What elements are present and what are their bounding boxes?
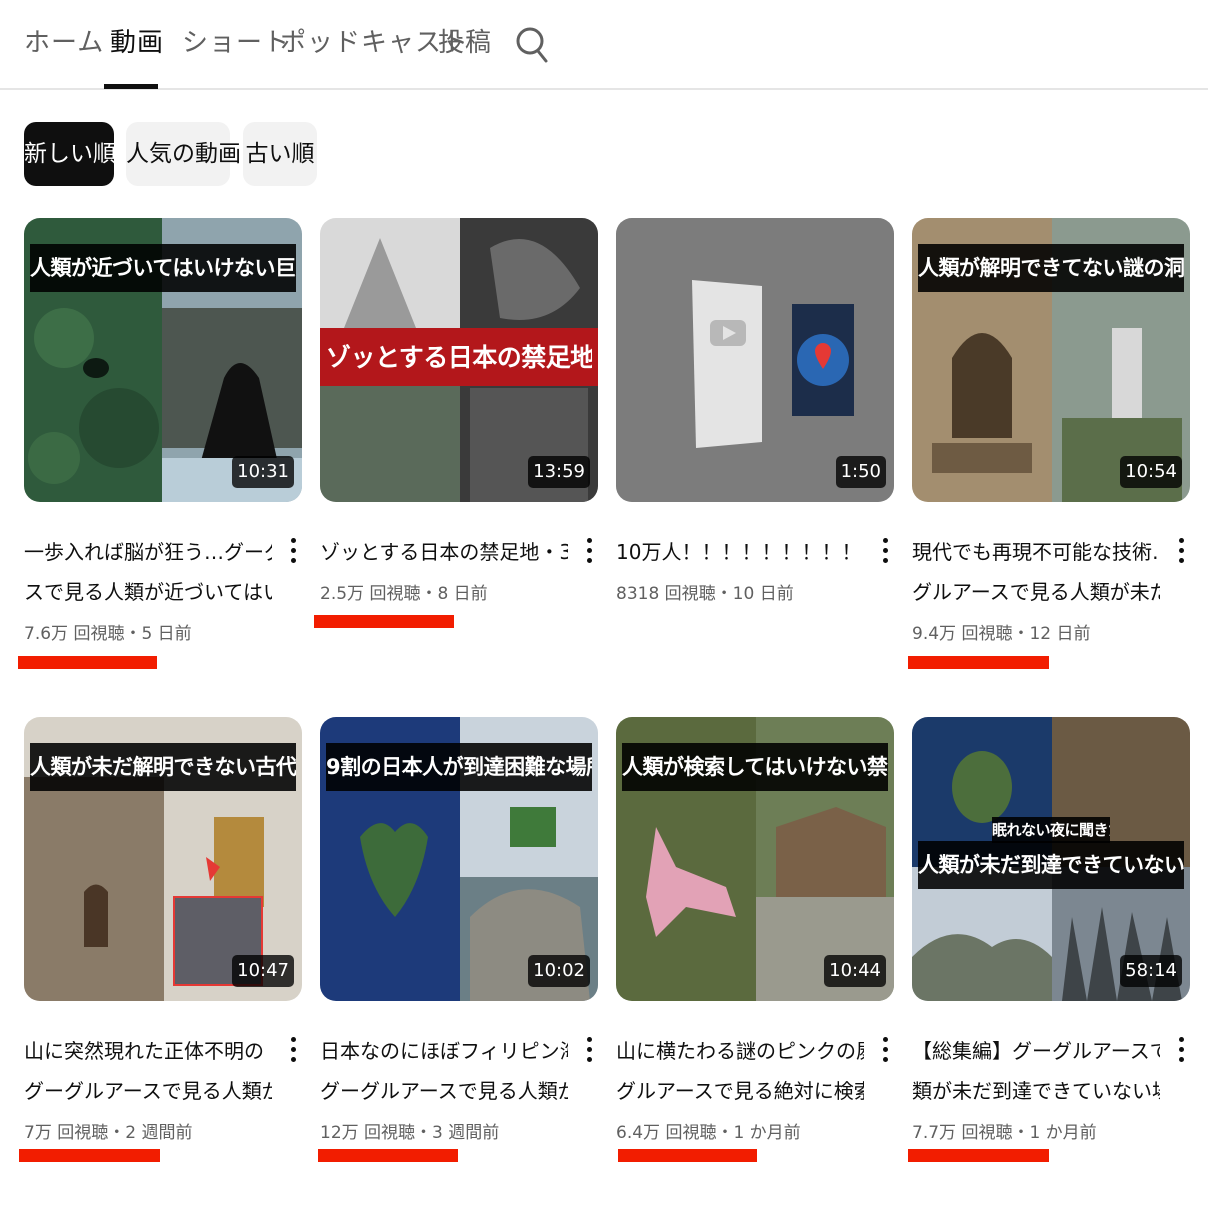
video-title-line: ゾッとする日本の禁足地・3選: [320, 540, 568, 564]
red-underline-highlight: [318, 1149, 458, 1162]
thumbnail-caption: ゾッとする日本の禁足地: [326, 343, 592, 372]
video-duration: 10:31: [232, 456, 294, 488]
video-title[interactable]: 現代でも再現不可能な技術…？グー グルアースで見る人類が未だ解明…: [912, 532, 1160, 612]
thumbnail-caption: 9割の日本人が到達困難な場所: [326, 743, 592, 791]
video-duration: 10:44: [824, 955, 886, 987]
red-underline-highlight: [18, 656, 157, 669]
video-card: 人類が解明できてない謎の洞窟 10:54 現代でも再現不可能な技術…？グー グル…: [908, 218, 1192, 688]
red-underline-highlight: [19, 1149, 160, 1162]
chip-newest[interactable]: 新しい順: [24, 122, 116, 186]
video-meta: 2.5万 回視聴・8 日前: [320, 584, 488, 604]
video-title[interactable]: 山に横たわる謎のピンクの屍…グー グルアースで見る絶対に検索して…: [616, 1031, 864, 1111]
video-title-line: 現代でも再現不可能な技術…？グー: [912, 540, 1160, 564]
video-title-line: グーグルアースで見る人類が未だ…: [24, 1079, 272, 1103]
video-meta: 7万 回視聴・2 週間前: [24, 1123, 193, 1143]
thumbnail-caption: 人類が未だ解明できない古代遺跡: [30, 743, 296, 791]
video-title-line: 類が未だ到達できていない場所・…: [912, 1079, 1160, 1103]
video-card: 1:50 10万人！！！！！！！！！！ 8318 回視聴・10 日前: [616, 218, 896, 688]
red-underline-highlight: [908, 1149, 1049, 1162]
video-meta: 7.6万 回視聴・5 日前: [24, 624, 192, 644]
more-options-icon[interactable]: [1174, 1033, 1188, 1069]
chip-popular[interactable]: 人気の動画: [126, 122, 241, 186]
video-card: 人類が検索してはいけない禁域 10:44 山に横たわる謎のピンクの屍…グー グル…: [616, 717, 896, 1187]
video-title-line: 山に突然現れた正体不明の「扉」…: [24, 1039, 272, 1063]
video-title-line: グルアースで見る絶対に検索して…: [616, 1079, 864, 1103]
video-thumbnail[interactable]: 眠れない夜に聞きたい 人類が未だ到達できていない場所 58:14: [912, 717, 1190, 1001]
more-options-icon[interactable]: [582, 534, 596, 570]
video-thumbnail[interactable]: 1:50: [616, 218, 894, 502]
video-duration: 1:50: [835, 456, 886, 488]
video-duration: 10:54: [1120, 456, 1182, 488]
video-thumbnail[interactable]: 人類が解明できてない謎の洞窟 10:54: [912, 218, 1190, 502]
more-options-icon[interactable]: [582, 1033, 596, 1069]
more-options-icon[interactable]: [1174, 534, 1188, 570]
more-options-icon[interactable]: [286, 534, 300, 570]
video-title-line: スで見る人類が近づいてはいけな…: [24, 580, 272, 604]
active-tab-indicator: [104, 84, 158, 89]
video-title[interactable]: 10万人！！！！！！！！！！: [616, 532, 864, 572]
video-meta: 7.7万 回視聴・1 か月前: [912, 1123, 1097, 1143]
thumbnail-caption: 人類が検索してはいけない禁域: [622, 743, 888, 791]
video-meta: 6.4万 回視聴・1 か月前: [616, 1123, 801, 1143]
red-underline-highlight: [908, 656, 1049, 669]
more-options-icon[interactable]: [878, 1033, 892, 1069]
search-icon[interactable]: [514, 22, 550, 64]
video-duration: 10:02: [528, 955, 590, 987]
thumbnail-caption: 人類が解明できてない謎の洞窟: [918, 244, 1184, 292]
tab-home[interactable]: ホーム: [24, 22, 104, 64]
tab-shorts[interactable]: ショート: [182, 22, 290, 64]
video-title[interactable]: 【総集編】グーグルアースで見る人 類が未だ到達できていない場所・…: [912, 1031, 1160, 1111]
thumbnail-caption: 人類が近づいてはいけない巨大洞窟: [30, 244, 296, 292]
channel-tab-bar: ホーム 動画 ショート ポッドキャスト 投稿: [0, 0, 1208, 90]
tab-posts[interactable]: 投稿: [438, 22, 492, 64]
video-title-line: グルアースで見る人類が未だ解明…: [912, 580, 1160, 604]
video-title-line: 10万人！！！！！！！！！！: [616, 540, 864, 564]
video-title-line: グーグルアースで見る人類が到達…: [320, 1079, 568, 1103]
video-card: ゾッとする日本の禁足地 13:59 ゾッとする日本の禁足地・3選 2.5万 回視…: [314, 218, 600, 688]
video-title[interactable]: 一歩入れば脳が狂う…グーグルアー スで見る人類が近づいてはいけな…: [24, 532, 272, 612]
video-duration: 10:47: [232, 955, 294, 987]
more-options-icon[interactable]: [286, 1033, 300, 1069]
video-title-line: 【総集編】グーグルアースで見る人: [912, 1039, 1160, 1063]
video-title[interactable]: ゾッとする日本の禁足地・3選: [320, 532, 568, 572]
video-thumbnail[interactable]: 人類が近づいてはいけない巨大洞窟 10:31: [24, 218, 302, 502]
video-duration: 13:59: [528, 456, 590, 488]
video-title-line: 山に横たわる謎のピンクの屍…グー: [616, 1039, 864, 1063]
thumbnail-caption: 人類が未だ到達できていない場所: [918, 841, 1184, 889]
video-thumbnail[interactable]: 9割の日本人が到達困難な場所 10:02: [320, 717, 598, 1001]
video-title-line: 一歩入れば脳が狂う…グーグルアー: [24, 540, 272, 564]
video-title[interactable]: 山に突然現れた正体不明の「扉」… グーグルアースで見る人類が未だ…: [24, 1031, 272, 1111]
thumbnail-subcaption: 眠れない夜に聞きたい: [992, 817, 1110, 843]
video-card: 人類が近づいてはいけない巨大洞窟 10:31 一歩入れば脳が狂う…グーグルアー …: [18, 218, 304, 688]
video-card: 人類が未だ解明できない古代遺跡 10:47 山に突然現れた正体不明の「扉」… グ…: [19, 717, 304, 1187]
red-underline-highlight: [314, 615, 454, 628]
video-thumbnail[interactable]: 人類が検索してはいけない禁域 10:44: [616, 717, 894, 1001]
video-title[interactable]: 日本なのにほぼフィリピン海の島… グーグルアースで見る人類が到達…: [320, 1031, 568, 1111]
video-duration: 58:14: [1120, 955, 1182, 987]
video-title-line: 日本なのにほぼフィリピン海の島…: [320, 1039, 568, 1063]
video-thumbnail[interactable]: 人類が未だ解明できない古代遺跡 10:47: [24, 717, 302, 1001]
video-meta: 8318 回視聴・10 日前: [616, 584, 794, 604]
video-meta: 12万 回視聴・3 週間前: [320, 1123, 500, 1143]
red-underline-highlight: [618, 1149, 757, 1162]
video-card: 9割の日本人が到達困難な場所 10:02 日本なのにほぼフィリピン海の島… グー…: [318, 717, 600, 1187]
more-options-icon[interactable]: [878, 534, 892, 570]
chip-oldest[interactable]: 古い順: [243, 122, 317, 186]
video-meta: 9.4万 回視聴・12 日前: [912, 624, 1091, 644]
tab-videos[interactable]: 動画: [110, 22, 164, 64]
video-thumbnail[interactable]: ゾッとする日本の禁足地 13:59: [320, 218, 598, 502]
video-card: 眠れない夜に聞きたい 人類が未だ到達できていない場所 58:14 【総集編】グー…: [908, 717, 1192, 1187]
